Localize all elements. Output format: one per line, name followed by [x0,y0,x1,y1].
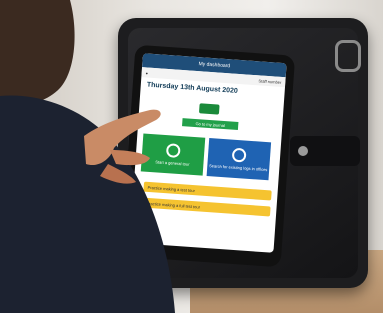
person-silhouette [0,0,175,313]
search-logs-tile[interactable]: Search for existing logs in offices [206,138,272,181]
photo-scene: My dashboard ● Staff number Thursday 13t… [0,0,383,313]
strap-clip [335,40,361,72]
snap-button [298,146,308,156]
search-logs-label: Search for existing logs in offices [208,163,268,173]
staff-label: Staff number [258,77,282,85]
magnifier-icon [231,147,247,163]
